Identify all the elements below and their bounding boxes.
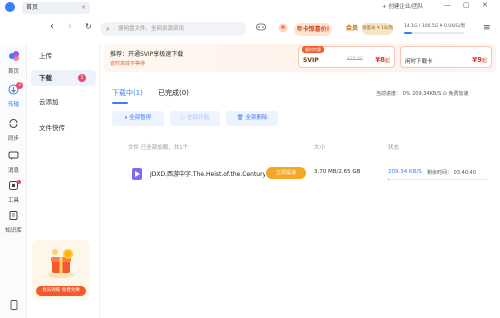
header-size: 大小 (314, 145, 326, 151)
svip-offer-card[interactable]: 限时特惠 SVIP ¥25.00 ¥8起 (298, 46, 395, 68)
promo-ad-card[interactable]: 会员领取 免费兑换 (32, 240, 90, 300)
idle-card-price: ¥9起 (472, 56, 487, 64)
rail-item-home[interactable]: 首页 (0, 50, 27, 75)
offer-tag: 限时特惠 (302, 46, 324, 53)
file-size: 3.70 MB/2.65 GB (314, 169, 361, 175)
phone-icon (0, 300, 27, 313)
promo-button[interactable]: 年卡惊喜价! (294, 23, 332, 36)
table-header: 文件 已全部加载，共1个 大小 状态 (120, 143, 490, 153)
restore-icon[interactable]: ▢ (463, 1, 470, 9)
transfer-badge: 3 (16, 82, 23, 89)
rail-label-message: 消息 (7, 168, 19, 174)
banner-subtitle: 省时高效不等待 (110, 61, 146, 67)
sync-icon (0, 118, 27, 132)
knowledge-icon (0, 210, 27, 224)
rail-label-tools: 工具 (7, 198, 19, 204)
tab-underline (112, 102, 128, 104)
tab-completed[interactable]: 已完成(0) (158, 88, 189, 98)
delete-all-button[interactable]: 🗑 全部删除 (226, 111, 278, 126)
rail-item-tools[interactable]: 工具 (0, 180, 27, 204)
rail-label-knowledge: 知识库 (5, 228, 22, 234)
subnav-upload[interactable]: 上传 (31, 48, 96, 64)
toolbar: ‹ › ↻ ⌕ 搜网盘文件、全网资源资讯 年卡惊喜价! 会员 领鉴米 ¥ 18/… (0, 14, 500, 44)
search-placeholder: 搜网盘文件、全网资源资讯 (118, 26, 185, 32)
tab-title: 首页 (26, 4, 39, 11)
pause-all-button[interactable]: ⏸ 全部暂停 (112, 111, 164, 126)
time-remaining: 剩余时间： 03:40:40 (427, 170, 477, 176)
avatar[interactable] (278, 23, 288, 36)
refresh-icon[interactable]: ↻ (85, 22, 92, 31)
create-enterprise-link[interactable]: + 创建企业/团队 (382, 2, 423, 10)
file-name: JDXD.西游中字.The.Heist.of.the.Century.mp4 (150, 171, 265, 178)
forward-icon[interactable]: › (68, 21, 72, 32)
offer-old-price: ¥25.00 (347, 57, 363, 62)
gift-icon (48, 249, 74, 278)
video-file-icon (132, 168, 142, 180)
rail-item-transfer[interactable]: 传输 3 (0, 82, 27, 108)
speed-info: 当前进度： 0% 209.34KB/S ⊙ 免费加速 (376, 91, 469, 97)
tools-icon (0, 180, 27, 194)
title-bar: 首页 × + 创建企业/团队 — ▢ ✕ (0, 0, 500, 14)
download-speed: 209.34 KB/S (388, 169, 422, 175)
main-panel: 推荐：开通SVIP享极速下载 省时高效不等待 限时特惠 SVIP ¥25.00 … (100, 44, 500, 318)
app-window: 首页 × + 创建企业/团队 — ▢ ✕ ‹ › ↻ ⌕ 搜网盘文件、全网资源资… (0, 0, 500, 318)
idle-card-name: 闲时下载卡 (405, 59, 433, 65)
member-label[interactable]: 会员 (346, 23, 358, 32)
idle-download-card[interactable]: 闲时下载卡 ¥9起 (400, 46, 492, 68)
app-logo-icon (5, 2, 15, 12)
subnav-download[interactable]: 下载 1 (31, 70, 96, 86)
rail-item-knowledge[interactable]: 知识库 (0, 210, 27, 234)
back-icon[interactable]: ‹ (50, 21, 54, 32)
rail-label-transfer: 传输 (7, 102, 19, 108)
transfer-subnav: 上传 下载 1 云添加 文件快传 会员领取 免费兑换 (27, 44, 100, 318)
tab-close-icon[interactable]: × (81, 2, 86, 14)
progress-bar (388, 179, 488, 180)
minimize-icon[interactable]: — (444, 1, 451, 9)
progress-bar-fill (388, 179, 389, 180)
rail-label-sync: 同步 (7, 136, 19, 142)
offer-name: SVIP (303, 57, 319, 64)
search-input[interactable]: ⌕ 搜网盘文件、全网资源资讯 (100, 22, 246, 36)
download-count-badge: 1 (78, 74, 86, 82)
subnav-file-transfer[interactable]: 文件快传 (31, 120, 96, 136)
subnav-download-label: 下载 (39, 74, 52, 82)
header-status: 状态 (388, 145, 400, 151)
rail-item-device[interactable] (0, 300, 27, 315)
redeem-button[interactable]: 会员领取 免费兑换 (36, 286, 86, 296)
message-icon (0, 150, 27, 164)
rail-item-message[interactable]: 消息 (0, 150, 27, 174)
left-rail: 首页 传输 3 同步 消息 工具 知识库 (0, 44, 27, 318)
rail-item-sync[interactable]: 同步 (0, 118, 27, 142)
storage-indicator[interactable]: 14.1G / 100.5G ¥ 0.04/G/周 (404, 23, 466, 35)
start-all-button[interactable]: ▷ 全部开始 (170, 111, 220, 126)
tab-downloading[interactable]: 下载中(1) (112, 88, 143, 98)
close-icon[interactable]: ✕ (482, 1, 488, 9)
home-icon (0, 50, 27, 65)
member-badge[interactable]: 领鉴米 ¥ 18/周 (362, 23, 393, 35)
tools-dot-badge (17, 180, 21, 184)
storage-text: 14.1G / 100.5G ¥ 0.04/G/周 (404, 24, 466, 29)
table-row[interactable]: JDXD.西游中字.The.Heist.of.the.Century.mp4 立… (120, 162, 490, 190)
gamepad-icon[interactable] (256, 23, 266, 34)
offer-price: ¥8起 (375, 56, 390, 64)
storage-bar-fill (404, 32, 412, 34)
menu-icon[interactable]: ≡ (483, 23, 491, 33)
tab-home[interactable]: 首页 × (22, 2, 90, 14)
banner-title: 推荐：开通SVIP享极速下载 (110, 51, 184, 58)
header-file: 文件 已全部加载，共1个 (128, 145, 189, 151)
search-icon: ⌕ (106, 25, 110, 33)
speedup-button[interactable]: 立即提速 (266, 167, 306, 179)
svip-banner: 推荐：开通SVIP享极速下载 省时高效不等待 限时特惠 SVIP ¥25.00 … (104, 44, 496, 72)
subnav-cloud-add[interactable]: 云添加 (31, 94, 96, 110)
rail-label-home: 首页 (7, 69, 19, 75)
storage-bar (404, 32, 464, 34)
